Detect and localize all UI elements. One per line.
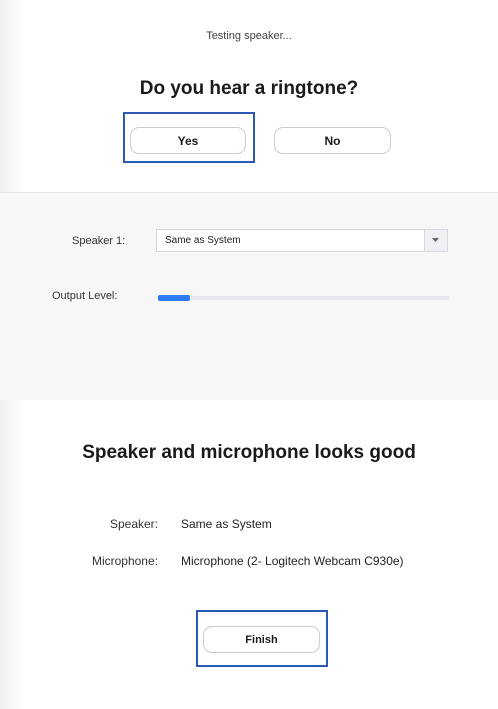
output-level-fill [158, 295, 190, 301]
output-level-meter [158, 295, 449, 301]
testing-status: Testing speaker... [206, 30, 292, 42]
chevron-down-icon [432, 238, 439, 242]
speaker-select-value: Same as System [165, 235, 241, 246]
speaker-value: Same as System [181, 517, 272, 531]
result-title: Speaker and microphone looks good [82, 442, 416, 463]
speaker-settings-panel: Speaker 1: Same as System Output Level: [0, 193, 498, 400]
microphone-key: Microphone: [91, 554, 158, 568]
result-panel: Speaker and microphone looks good Speake… [0, 400, 498, 709]
dropdown-toggle[interactable] [424, 230, 447, 251]
speaker-key: Speaker: [109, 517, 158, 531]
output-level-label: Output Level: [52, 290, 118, 302]
speaker-label: Speaker 1: [72, 235, 126, 247]
no-button[interactable]: No [274, 127, 391, 154]
speaker-test-panel: Testing speaker... Do you hear a rington… [0, 0, 498, 192]
speaker-select[interactable]: Same as System [156, 229, 448, 252]
yes-button[interactable]: Yes [130, 127, 246, 154]
ringtone-question: Do you hear a ringtone? [139, 78, 359, 99]
microphone-value: Microphone (2- Logitech Webcam C930e) [181, 554, 404, 568]
finish-button[interactable]: Finish [203, 626, 320, 653]
